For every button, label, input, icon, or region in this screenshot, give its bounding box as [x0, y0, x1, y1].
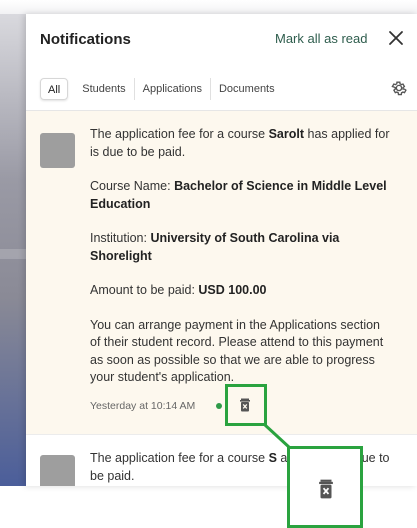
notification-intro-prefix: The application fee for a course [90, 451, 269, 465]
tab-applications[interactable]: Applications [135, 78, 211, 100]
notification-item[interactable]: The application fee for a course Sarolt … [26, 111, 417, 434]
amount-value: USD 100.00 [198, 283, 267, 297]
close-icon [389, 31, 403, 45]
student-name: Sarolt [268, 127, 305, 141]
avatar [40, 455, 75, 486]
gear-icon [391, 81, 407, 96]
panel-header: Notifications Mark all as read [26, 14, 417, 66]
notification-timestamp: Yesterday at 10:14 AM [90, 400, 196, 412]
tab-all[interactable]: All [40, 78, 69, 100]
unread-indicator [216, 403, 222, 409]
filter-tabs: All Students Applications Documents [40, 77, 283, 101]
mark-all-read-link[interactable]: Mark all as read [275, 31, 367, 46]
close-button[interactable] [386, 28, 406, 48]
trash-icon [319, 479, 333, 499]
tab-documents[interactable]: Documents [211, 78, 283, 100]
institution-label: Institution: [90, 231, 151, 245]
settings-button[interactable] [390, 79, 408, 97]
course-label: Course Name: [90, 179, 175, 193]
student-name: S [268, 451, 277, 465]
avatar [40, 133, 75, 168]
tab-students[interactable]: Students [74, 78, 135, 100]
amount-label: Amount to be paid: [90, 283, 199, 297]
panel-title: Notifications [40, 31, 131, 48]
notification-intro-prefix: The application fee for a course [90, 127, 269, 141]
zoomed-delete-callout [287, 446, 363, 528]
page-backdrop [0, 14, 26, 486]
highlight-box [225, 384, 267, 426]
page-backdrop-top [0, 0, 417, 14]
notification-message: You can arrange payment in the Applicati… [90, 317, 384, 385]
notifications-panel: Notifications Mark all as read All Stude… [26, 14, 417, 486]
notification-body: The application fee for a course Sarolt … [90, 126, 390, 404]
